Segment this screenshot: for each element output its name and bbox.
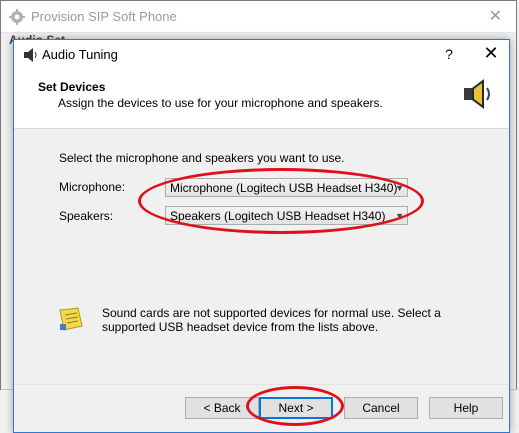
gear-app-icon bbox=[9, 9, 25, 25]
microphone-label: Microphone: bbox=[59, 180, 126, 194]
annotation-oval bbox=[246, 386, 344, 426]
background-close-icon[interactable]: ✕ bbox=[489, 6, 502, 26]
close-icon[interactable]: ✕ bbox=[479, 43, 503, 64]
dialog-title: Audio Tuning bbox=[42, 47, 118, 62]
divider bbox=[14, 384, 509, 385]
annotation-oval bbox=[138, 168, 424, 234]
audio-tuning-dialog: Audio Tuning ? ✕ Set Devices Assign the … bbox=[13, 39, 510, 433]
speaker-icon bbox=[24, 48, 37, 62]
dialog-titlebar: Audio Tuning ? ✕ bbox=[14, 40, 509, 70]
help-button[interactable]: Help bbox=[429, 397, 503, 419]
note-text: Sound cards are not supported devices fo… bbox=[102, 306, 441, 334]
speaker-icon bbox=[464, 79, 490, 109]
note-icon bbox=[59, 307, 83, 331]
help-icon[interactable]: ? bbox=[439, 46, 459, 62]
header-subtitle: Assign the devices to use for your micro… bbox=[58, 96, 383, 110]
cancel-button[interactable]: Cancel bbox=[344, 397, 418, 419]
header-title: Set Devices bbox=[38, 80, 106, 94]
instruction-text: Select the microphone and speakers you w… bbox=[59, 151, 345, 165]
speakers-label: Speakers: bbox=[59, 209, 114, 223]
wizard-header: Set Devices Assign the devices to use fo… bbox=[14, 70, 509, 129]
background-titlebar: Provision SIP Soft Phone ✕ bbox=[1, 1, 516, 33]
background-window-title: Provision SIP Soft Phone bbox=[31, 9, 177, 24]
